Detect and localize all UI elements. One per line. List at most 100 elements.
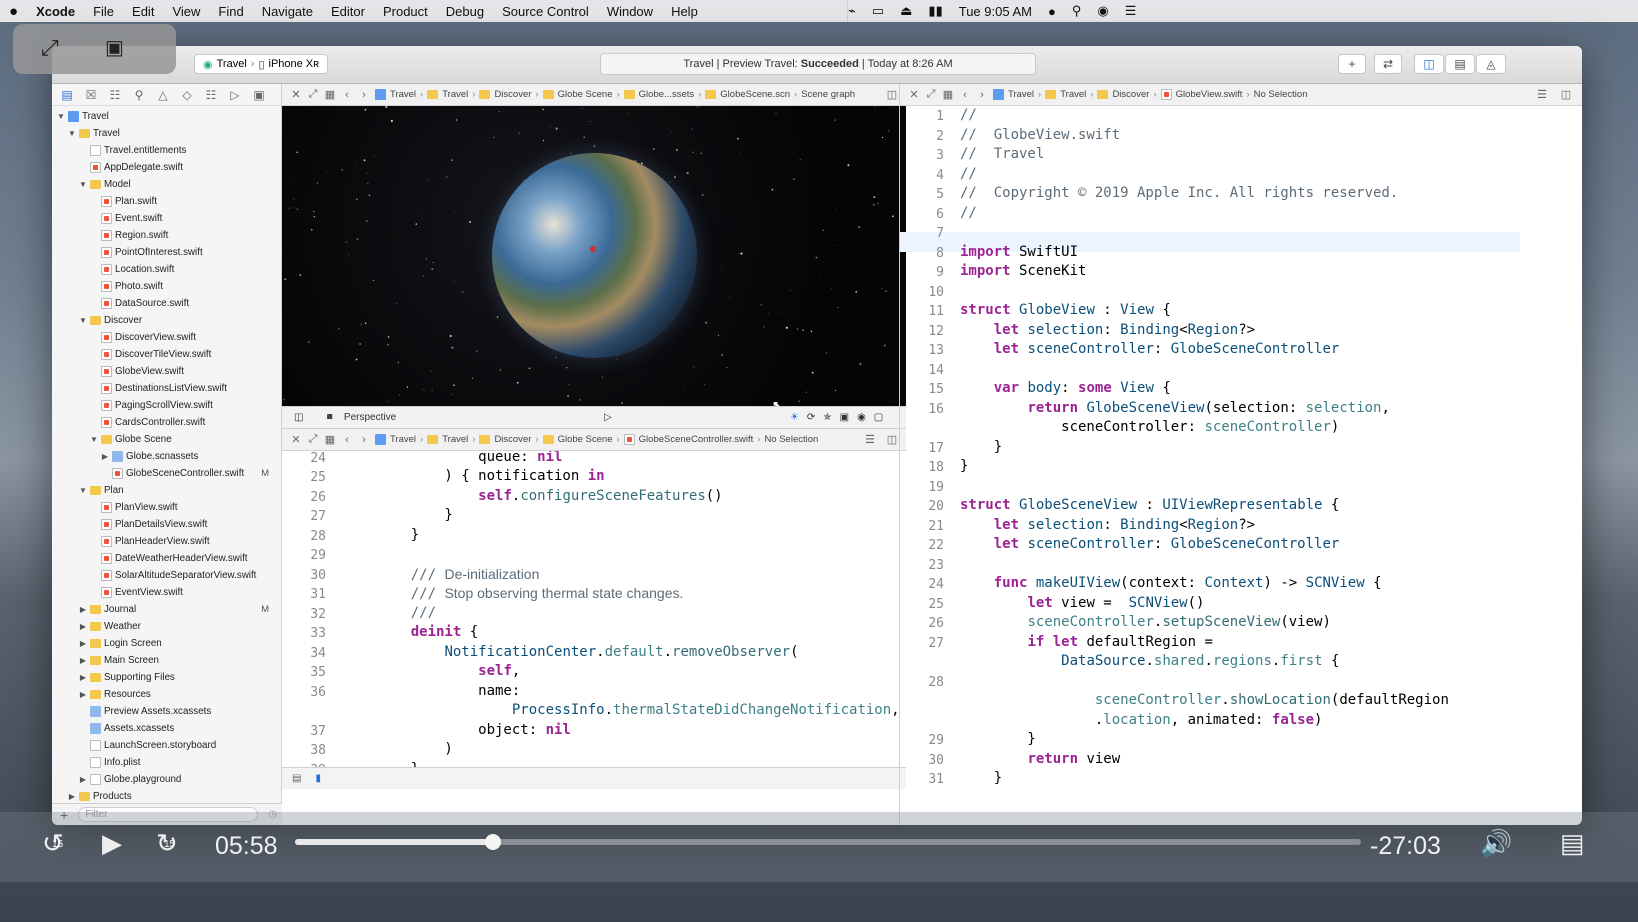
breadcrumb-item[interactable]: Travel bbox=[390, 89, 416, 100]
navigator-item[interactable]: ▼ Model bbox=[52, 176, 281, 193]
menu-editor[interactable]: Editor bbox=[322, 4, 374, 19]
code-line[interactable]: // bbox=[960, 166, 977, 182]
code-line[interactable]: DataSource.shared.regions.first { bbox=[960, 653, 1339, 669]
code-line[interactable]: // GlobeView.swift bbox=[960, 127, 1120, 143]
forward-icon[interactable]: › bbox=[358, 89, 370, 101]
close-icon[interactable]: ✕ bbox=[290, 433, 302, 446]
inspector-icon[interactable]: ▢ bbox=[874, 412, 883, 423]
camera-mode[interactable]: Perspective bbox=[344, 412, 396, 423]
navigator-item[interactable]: ▼ Plan bbox=[52, 482, 281, 499]
volume-icon[interactable]: 🔊 bbox=[1480, 828, 1512, 859]
disclosure-triangle-icon[interactable]: ▶ bbox=[78, 618, 88, 635]
breadcrumb-item[interactable]: Discover bbox=[494, 434, 531, 445]
hide-debug-icon[interactable]: ▤ bbox=[292, 773, 301, 784]
disclosure-triangle-icon[interactable]: ▼ bbox=[78, 312, 88, 329]
frame-icon[interactable]: ▣ bbox=[840, 412, 849, 423]
breakpoints-toggle-icon[interactable]: ▮ bbox=[315, 773, 321, 784]
code-line[interactable]: return view bbox=[960, 751, 1120, 767]
wifi-icon[interactable]: ⌁ bbox=[848, 3, 856, 19]
navigator-item[interactable]: CardsController.swift bbox=[52, 414, 281, 431]
navigator-item[interactable]: DataSource.swift bbox=[52, 295, 281, 312]
code-line[interactable]: // Copyright © 2019 Apple Inc. All right… bbox=[960, 185, 1398, 201]
menu-view[interactable]: View bbox=[163, 4, 209, 19]
code-line[interactable]: sceneController: sceneController) bbox=[960, 419, 1339, 435]
back-icon[interactable]: ‹ bbox=[341, 89, 353, 101]
navigator-item[interactable]: ▶ Weather bbox=[52, 618, 281, 635]
breadcrumb-item[interactable]: Scene graph bbox=[801, 89, 855, 100]
code-line[interactable]: let selection: Binding<Region?> bbox=[960, 517, 1255, 533]
code-line[interactable]: let sceneController: GlobeSceneControlle… bbox=[960, 341, 1340, 357]
navigator-item[interactable]: PagingScrollView.swift bbox=[52, 397, 281, 414]
menu-debug[interactable]: Debug bbox=[437, 4, 493, 19]
menu-file[interactable]: File bbox=[84, 4, 123, 19]
minimap-icon[interactable]: ☰ bbox=[864, 433, 876, 446]
navigator-item[interactable]: AppDelegate.swift bbox=[52, 159, 281, 176]
expand-icon[interactable]: ⤢ bbox=[307, 433, 319, 446]
related-items-icon[interactable]: ▦ bbox=[324, 88, 336, 101]
code-line[interactable]: NotificationCenter.default.removeObserve… bbox=[377, 644, 798, 660]
code-line[interactable]: self, bbox=[377, 663, 520, 679]
disclosure-triangle-icon[interactable]: ▶ bbox=[78, 686, 88, 703]
code-line[interactable]: import SceneKit bbox=[960, 263, 1086, 279]
disclosure-triangle-icon[interactable]: ▶ bbox=[78, 601, 88, 618]
back-icon[interactable]: ‹ bbox=[341, 434, 353, 446]
code-line[interactable]: /// Stop observing thermal state changes… bbox=[377, 585, 684, 602]
disclosure-triangle-icon[interactable]: ▶ bbox=[78, 669, 88, 686]
navigator-item[interactable]: ▶ Login Screen bbox=[52, 635, 281, 652]
code-line[interactable]: } bbox=[377, 507, 452, 523]
code-line[interactable]: ) bbox=[377, 741, 452, 757]
code-line[interactable]: self.configureSceneFeatures() bbox=[377, 488, 722, 504]
navigator-item[interactable]: ▼ Globe Scene bbox=[52, 431, 281, 448]
disclosure-triangle-icon[interactable]: ▶ bbox=[78, 771, 88, 788]
navigator-item[interactable]: ▼ Travel bbox=[52, 108, 281, 125]
adjust-editor-icon[interactable]: ◫ bbox=[886, 88, 898, 101]
navigator-item[interactable]: ▶ Main Screen bbox=[52, 652, 281, 669]
adjust-editor-icon[interactable]: ◫ bbox=[886, 433, 898, 446]
navigator-item[interactable]: SolarAltitudeSeparatorView.swift bbox=[52, 567, 281, 584]
breadcrumb-item[interactable]: GlobeScene.scn bbox=[720, 89, 790, 100]
folder-icon[interactable]: ▤ bbox=[60, 88, 74, 102]
code-line[interactable]: } bbox=[960, 458, 968, 474]
related-items-icon[interactable]: ▦ bbox=[942, 88, 954, 101]
visibility-icon[interactable]: ◉ bbox=[857, 412, 866, 423]
progress-knob[interactable] bbox=[485, 834, 502, 850]
captions-icon[interactable]: ▤ bbox=[1560, 828, 1585, 859]
clock[interactable]: Tue 9:05 AM bbox=[959, 4, 1032, 19]
user-icon[interactable]: ● bbox=[1048, 4, 1056, 19]
symbol-icon[interactable]: ☷ bbox=[108, 88, 122, 102]
code-line[interactable]: .location, animated: false) bbox=[960, 712, 1323, 728]
report-icon[interactable]: ▣ bbox=[252, 88, 266, 102]
navigator-item[interactable]: DestinationsListView.swift bbox=[52, 380, 281, 397]
code-line[interactable]: // Travel bbox=[960, 146, 1044, 162]
navigator-item[interactable]: ▼ Discover bbox=[52, 312, 281, 329]
navigator-item[interactable]: ▶ Globe.scnassets bbox=[52, 448, 281, 465]
navigator-item[interactable]: ▶ Supporting Files bbox=[52, 669, 281, 686]
lighting-icon[interactable]: ☀ bbox=[790, 412, 799, 423]
navigator-item[interactable]: GlobeView.swift bbox=[52, 363, 281, 380]
menu-product[interactable]: Product bbox=[374, 4, 437, 19]
breadcrumb-item[interactable]: Globe Scene bbox=[558, 89, 613, 100]
navigator-item[interactable]: EventView.swift bbox=[52, 584, 281, 601]
code-line[interactable]: func makeUIView(context: Context) -> SCN… bbox=[960, 575, 1382, 591]
disclosure-triangle-icon[interactable]: ▼ bbox=[78, 176, 88, 193]
menu-navigate[interactable]: Navigate bbox=[253, 4, 322, 19]
code-line[interactable]: } bbox=[377, 527, 419, 543]
navigator-item[interactable]: LaunchScreen.storyboard bbox=[52, 737, 281, 754]
breadcrumb-item[interactable]: Travel bbox=[1060, 89, 1086, 100]
notification-center-icon[interactable]: ☰ bbox=[1125, 3, 1137, 19]
source-control-icon[interactable]: ☒ bbox=[84, 88, 98, 102]
toggle-inspector-button[interactable]: ◬ bbox=[1476, 54, 1506, 74]
code-line[interactable]: queue: nil bbox=[377, 451, 562, 465]
navigator-item[interactable]: ▶ Resources bbox=[52, 686, 281, 703]
menu-source-control[interactable]: Source Control bbox=[493, 4, 598, 19]
navigator-item[interactable]: ▶ Journal M bbox=[52, 601, 281, 618]
breadcrumb-item[interactable]: Globe Scene bbox=[558, 434, 613, 445]
navigator-item[interactable]: Photo.swift bbox=[52, 278, 281, 295]
toggle-navigator-button[interactable]: ◫ bbox=[1414, 54, 1444, 74]
code-line[interactable]: } bbox=[960, 770, 1002, 786]
play-icon[interactable]: ▷ bbox=[604, 412, 612, 423]
toggle-debug-area-button[interactable]: ▤ bbox=[1445, 54, 1475, 74]
play-icon[interactable]: ▶ bbox=[102, 828, 122, 859]
navigator-item[interactable]: DiscoverView.swift bbox=[52, 329, 281, 346]
apple-icon[interactable]: ● bbox=[0, 3, 27, 20]
